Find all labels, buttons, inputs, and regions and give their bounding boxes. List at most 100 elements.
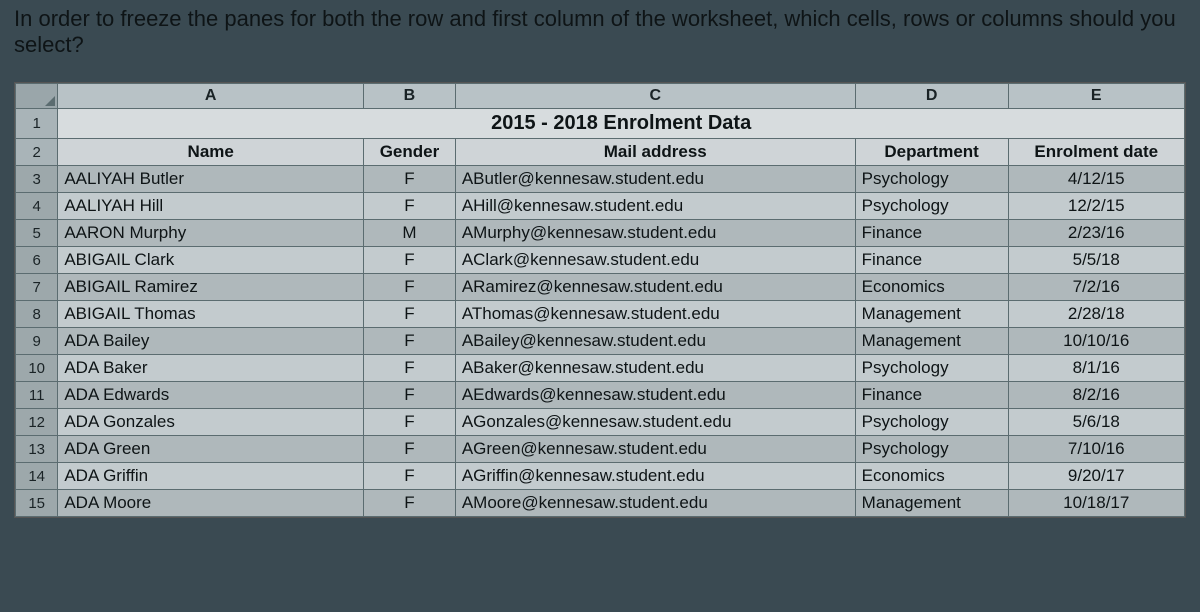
select-all-corner[interactable] xyxy=(16,84,58,109)
table-row[interactable]: 10ADA BakerFABaker@kennesaw.student.eduP… xyxy=(16,355,1185,382)
table-row[interactable]: 12ADA GonzalesFAGonzales@kennesaw.studen… xyxy=(16,409,1185,436)
row-header[interactable]: 6 xyxy=(16,247,58,274)
row-header[interactable]: 11 xyxy=(16,382,58,409)
cell-name[interactable]: AARON Murphy xyxy=(58,220,364,247)
cell-name[interactable]: ADA Griffin xyxy=(58,463,364,490)
cell-mail[interactable]: AMurphy@kennesaw.student.edu xyxy=(455,220,855,247)
cell-enrol[interactable]: 7/10/16 xyxy=(1008,436,1184,463)
cell-enrol[interactable]: 10/10/16 xyxy=(1008,328,1184,355)
row-header[interactable]: 8 xyxy=(16,301,58,328)
cell-enrol[interactable]: 5/6/18 xyxy=(1008,409,1184,436)
cell-mail[interactable]: ARamirez@kennesaw.student.edu xyxy=(455,274,855,301)
cell-gender[interactable]: F xyxy=(364,247,456,274)
cell-dept[interactable]: Psychology xyxy=(855,355,1008,382)
cell-enrol[interactable]: 2/28/18 xyxy=(1008,301,1184,328)
cell-gender[interactable]: F xyxy=(364,274,456,301)
col-header-d[interactable]: D xyxy=(855,84,1008,109)
cell-enrol[interactable]: 4/12/15 xyxy=(1008,166,1184,193)
cell-mail[interactable]: AGonzales@kennesaw.student.edu xyxy=(455,409,855,436)
cell-gender[interactable]: F xyxy=(364,382,456,409)
cell-name[interactable]: ABIGAIL Ramirez xyxy=(58,274,364,301)
row-header-1[interactable]: 1 xyxy=(16,109,58,139)
cell-enrol[interactable]: 7/2/16 xyxy=(1008,274,1184,301)
col-header-a[interactable]: A xyxy=(58,84,364,109)
table-row[interactable]: 9ADA BaileyFABailey@kennesaw.student.edu… xyxy=(16,328,1185,355)
cell-mail[interactable]: AThomas@kennesaw.student.edu xyxy=(455,301,855,328)
row-header[interactable]: 12 xyxy=(16,409,58,436)
table-row[interactable]: 5AARON MurphyMAMurphy@kennesaw.student.e… xyxy=(16,220,1185,247)
row-header[interactable]: 15 xyxy=(16,490,58,517)
table-row[interactable]: 13ADA GreenFAGreen@kennesaw.student.eduP… xyxy=(16,436,1185,463)
cell-gender[interactable]: F xyxy=(364,301,456,328)
row-header[interactable]: 4 xyxy=(16,193,58,220)
row-header[interactable]: 9 xyxy=(16,328,58,355)
cell-enrol[interactable]: 12/2/15 xyxy=(1008,193,1184,220)
row-header[interactable]: 14 xyxy=(16,463,58,490)
row-header[interactable]: 3 xyxy=(16,166,58,193)
cell-gender[interactable]: F xyxy=(364,193,456,220)
column-header-row[interactable]: A B C D E xyxy=(16,84,1185,109)
cell-dept[interactable]: Psychology xyxy=(855,409,1008,436)
header-enrol[interactable]: Enrolment date xyxy=(1008,139,1184,166)
cell-mail[interactable]: ABaker@kennesaw.student.edu xyxy=(455,355,855,382)
cell-gender[interactable]: F xyxy=(364,328,456,355)
cell-dept[interactable]: Management xyxy=(855,328,1008,355)
cell-name[interactable]: ADA Bailey xyxy=(58,328,364,355)
cell-gender[interactable]: F xyxy=(364,490,456,517)
header-dept[interactable]: Department xyxy=(855,139,1008,166)
header-mail[interactable]: Mail address xyxy=(455,139,855,166)
cell-enrol[interactable]: 8/1/16 xyxy=(1008,355,1184,382)
table-row[interactable]: 4AALIYAH HillFAHill@kennesaw.student.edu… xyxy=(16,193,1185,220)
row-header[interactable]: 7 xyxy=(16,274,58,301)
cell-gender[interactable]: F xyxy=(364,463,456,490)
cell-mail[interactable]: AHill@kennesaw.student.edu xyxy=(455,193,855,220)
cell-name[interactable]: ADA Moore xyxy=(58,490,364,517)
sheet-title[interactable]: 2015 - 2018 Enrolment Data xyxy=(58,109,1185,139)
cell-mail[interactable]: AGreen@kennesaw.student.edu xyxy=(455,436,855,463)
table-row[interactable]: 11ADA EdwardsFAEdwards@kennesaw.student.… xyxy=(16,382,1185,409)
cell-enrol[interactable]: 10/18/17 xyxy=(1008,490,1184,517)
row-2[interactable]: 2 Name Gender Mail address Department En… xyxy=(16,139,1185,166)
table-row[interactable]: 7ABIGAIL RamirezFARamirez@kennesaw.stude… xyxy=(16,274,1185,301)
spreadsheet[interactable]: A B C D E 1 2015 - 2018 Enrolment Data 2… xyxy=(14,82,1186,518)
row-header[interactable]: 13 xyxy=(16,436,58,463)
row-header[interactable]: 5 xyxy=(16,220,58,247)
cell-dept[interactable]: Management xyxy=(855,490,1008,517)
cell-dept[interactable]: Psychology xyxy=(855,166,1008,193)
cell-gender[interactable]: F xyxy=(364,166,456,193)
cell-gender[interactable]: F xyxy=(364,436,456,463)
table-row[interactable]: 6ABIGAIL ClarkFAClark@kennesaw.student.e… xyxy=(16,247,1185,274)
row-1[interactable]: 1 2015 - 2018 Enrolment Data xyxy=(16,109,1185,139)
cell-name[interactable]: ABIGAIL Clark xyxy=(58,247,364,274)
table-row[interactable]: 8ABIGAIL ThomasFAThomas@kennesaw.student… xyxy=(16,301,1185,328)
cell-dept[interactable]: Finance xyxy=(855,220,1008,247)
row-header-2[interactable]: 2 xyxy=(16,139,58,166)
cell-gender[interactable]: F xyxy=(364,409,456,436)
grid[interactable]: A B C D E 1 2015 - 2018 Enrolment Data 2… xyxy=(15,83,1185,517)
cell-mail[interactable]: AClark@kennesaw.student.edu xyxy=(455,247,855,274)
col-header-c[interactable]: C xyxy=(455,84,855,109)
cell-gender[interactable]: M xyxy=(364,220,456,247)
cell-mail[interactable]: ABailey@kennesaw.student.edu xyxy=(455,328,855,355)
table-row[interactable]: 3AALIYAH ButlerFAButler@kennesaw.student… xyxy=(16,166,1185,193)
col-header-b[interactable]: B xyxy=(364,84,456,109)
cell-mail[interactable]: AButler@kennesaw.student.edu xyxy=(455,166,855,193)
row-header[interactable]: 10 xyxy=(16,355,58,382)
cell-dept[interactable]: Finance xyxy=(855,247,1008,274)
cell-enrol[interactable]: 8/2/16 xyxy=(1008,382,1184,409)
cell-name[interactable]: ABIGAIL Thomas xyxy=(58,301,364,328)
cell-name[interactable]: ADA Baker xyxy=(58,355,364,382)
cell-enrol[interactable]: 9/20/17 xyxy=(1008,463,1184,490)
cell-name[interactable]: ADA Edwards xyxy=(58,382,364,409)
table-row[interactable]: 14ADA GriffinFAGriffin@kennesaw.student.… xyxy=(16,463,1185,490)
cell-dept[interactable]: Economics xyxy=(855,463,1008,490)
header-gender[interactable]: Gender xyxy=(364,139,456,166)
cell-dept[interactable]: Psychology xyxy=(855,193,1008,220)
cell-gender[interactable]: F xyxy=(364,355,456,382)
cell-dept[interactable]: Finance xyxy=(855,382,1008,409)
col-header-e[interactable]: E xyxy=(1008,84,1184,109)
cell-dept[interactable]: Management xyxy=(855,301,1008,328)
cell-dept[interactable]: Economics xyxy=(855,274,1008,301)
cell-mail[interactable]: AEdwards@kennesaw.student.edu xyxy=(455,382,855,409)
cell-name[interactable]: ADA Gonzales xyxy=(58,409,364,436)
